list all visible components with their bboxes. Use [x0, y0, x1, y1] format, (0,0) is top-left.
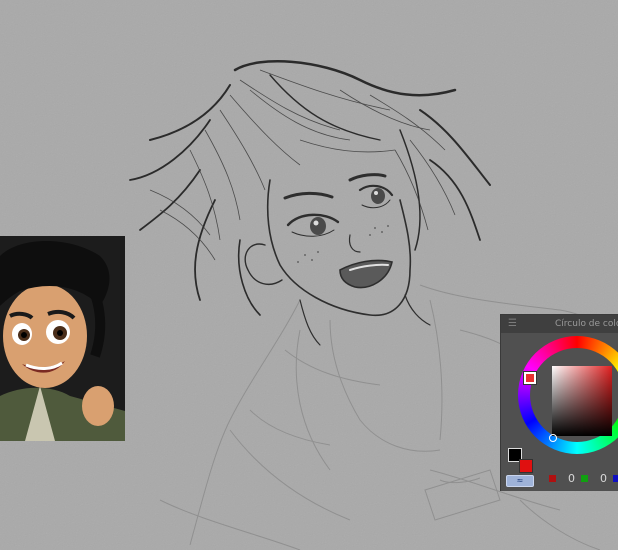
sub-color-swatch[interactable] [519, 459, 533, 473]
hue-marker[interactable] [524, 372, 536, 384]
blue-channel-icon [613, 475, 618, 482]
color-wheel[interactable] [518, 336, 618, 456]
green-channel-value[interactable]: 0 [600, 472, 607, 485]
saturation-value-marker[interactable] [549, 434, 557, 442]
drawing-canvas[interactable]: ☰ Círculo de colore ≈ 0 0 [0, 0, 618, 550]
red-channel-icon [549, 475, 556, 482]
color-wheel-panel: ☰ Círculo de colore ≈ 0 0 [500, 314, 618, 491]
red-channel-value[interactable]: 0 [568, 472, 575, 485]
saturation-value-square[interactable] [552, 366, 612, 436]
green-channel-icon [581, 475, 588, 482]
reference-character-image [0, 236, 125, 441]
panel-header[interactable]: ☰ Círculo de colore [501, 315, 618, 333]
hamburger-icon[interactable]: ☰ [508, 318, 520, 330]
panel-title: Círculo de colore [555, 319, 618, 329]
transparent-color-button[interactable]: ≈ [506, 475, 534, 487]
reference-image [0, 236, 125, 441]
